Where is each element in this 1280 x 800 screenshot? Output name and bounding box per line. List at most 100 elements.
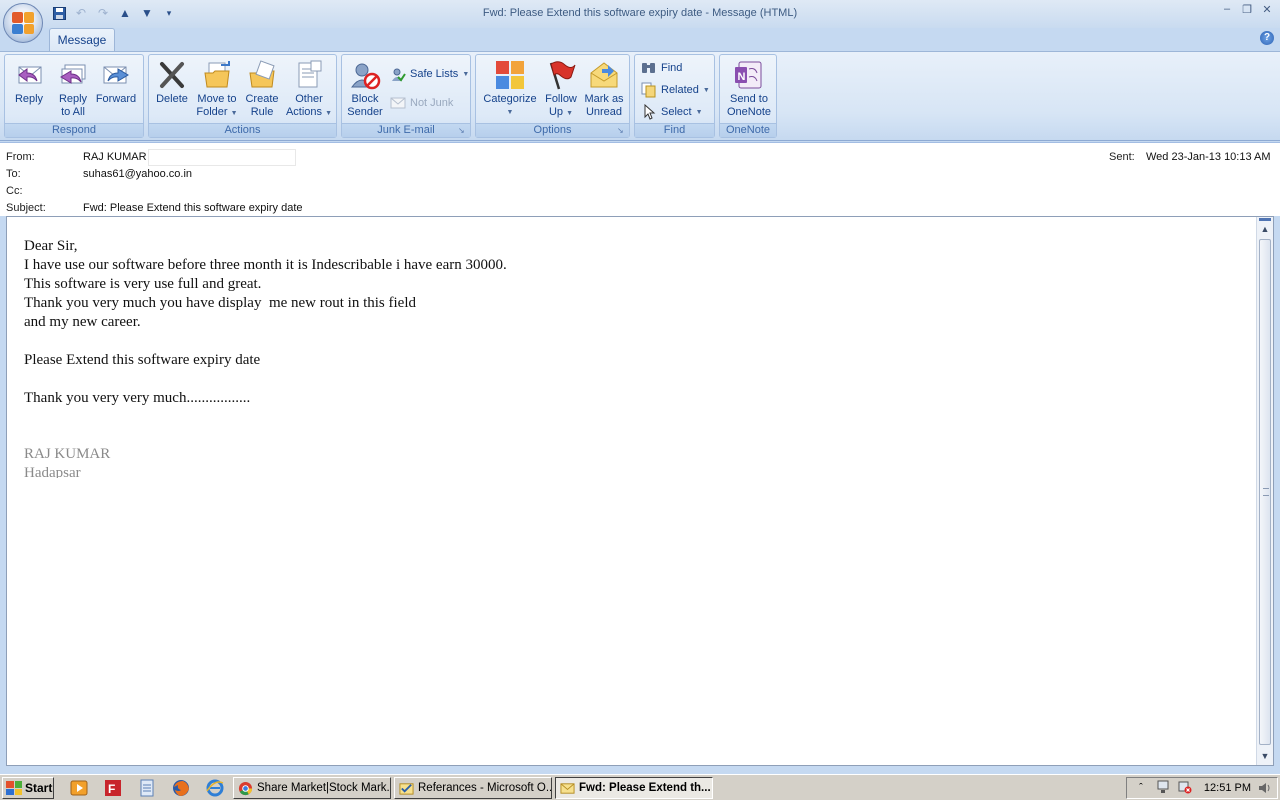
- body-line: Thank you very very much................…: [24, 390, 251, 406]
- mark-unread-icon: [588, 59, 620, 91]
- group-label-junk: Junk E-mail: [342, 123, 470, 137]
- volume-icon[interactable]: [1257, 780, 1273, 796]
- forward-button[interactable]: Forward: [93, 59, 139, 106]
- notepad-icon[interactable]: [138, 779, 156, 797]
- follow-up-button[interactable]: Follow Up ▼: [540, 59, 582, 120]
- group-label-actions: Actions: [149, 123, 336, 137]
- show-hidden-icons-icon[interactable]: ˆ: [1133, 780, 1149, 796]
- restore-icon[interactable]: ❐: [1240, 2, 1254, 16]
- reply-all-icon: [57, 59, 89, 91]
- not-junk-icon: [390, 95, 406, 111]
- windows-logo-icon: [6, 781, 22, 795]
- body-line: and my new career.: [24, 314, 141, 330]
- group-respond: Reply Reply to All Forward Respond: [4, 54, 144, 138]
- network-icon[interactable]: [1155, 780, 1171, 796]
- taskbar-button-referances[interactable]: Referances - Microsoft O...: [394, 777, 552, 799]
- tab-message[interactable]: Message: [49, 28, 115, 52]
- group-find: Find Related ▼ Select ▼ Find: [634, 54, 715, 138]
- other-actions-button[interactable]: Other Actions ▼: [283, 59, 335, 120]
- block-sender-button[interactable]: Block Sender: [344, 59, 386, 119]
- safe-lists-button[interactable]: Safe Lists ▼: [390, 65, 469, 83]
- message-header: From: RAJ KUMAR | Sent: Wed 23-Jan-13 10…: [0, 142, 1280, 216]
- block-sender-icon: [349, 59, 381, 91]
- junk-dialog-launcher[interactable]: ↘: [458, 126, 467, 135]
- mark-as-unread-button[interactable]: Mark as Unread: [580, 59, 628, 119]
- send-to-onenote-button[interactable]: N Send to OneNote: [722, 59, 776, 119]
- categorize-icon: [494, 59, 526, 91]
- group-junk-email: Block Sender Safe Lists ▼ Not Junk Junk …: [341, 54, 471, 138]
- find-icon: [641, 60, 657, 76]
- close-icon[interactable]: ✕: [1260, 2, 1274, 16]
- start-button[interactable]: Start: [2, 777, 54, 799]
- move-to-folder-button[interactable]: Move to Folder ▼: [193, 59, 241, 120]
- chrome-icon: [238, 781, 253, 796]
- reply-button[interactable]: Reply: [9, 59, 49, 106]
- firefox-icon[interactable]: [172, 779, 190, 797]
- ribbon: Reply Reply to All Forward Respond Delet…: [0, 51, 1280, 141]
- system-tray: ˆ 12:51 PM: [1126, 777, 1278, 799]
- other-actions-icon: [293, 59, 325, 91]
- subject-value: Fwd: Please Extend this software expiry …: [83, 202, 303, 214]
- categorize-button[interactable]: Categorize ▼: [479, 59, 541, 119]
- group-onenote: N Send to OneNote OneNote: [719, 54, 777, 138]
- filezilla-icon[interactable]: F: [104, 779, 122, 797]
- signature-name: RAJ KUMAR: [24, 446, 111, 462]
- outlook-icon: [399, 781, 414, 796]
- to-label: To:: [6, 168, 21, 180]
- safe-lists-icon: [390, 66, 406, 82]
- taskbar-button-message[interactable]: Fwd: Please Extend th...: [555, 777, 713, 799]
- title-bar: ↶ ↷ ▲ ▼ ▾ Fwd: Please Extend this softwa…: [0, 0, 1280, 43]
- related-icon: [641, 82, 657, 98]
- delete-icon: [156, 59, 188, 91]
- redacted-address: [148, 149, 296, 166]
- body-line: Dear Sir,: [24, 238, 78, 254]
- ribbon-tabs: Message ?: [0, 28, 1280, 52]
- not-junk-button[interactable]: Not Junk: [390, 94, 453, 112]
- clock[interactable]: 12:51 PM: [1204, 782, 1251, 794]
- media-player-icon[interactable]: [70, 779, 88, 797]
- find-button[interactable]: Find: [641, 59, 682, 77]
- internet-explorer-icon[interactable]: [206, 779, 224, 797]
- onenote-icon: N: [733, 59, 765, 91]
- window-title: Fwd: Please Extend this software expiry …: [482, 7, 798, 19]
- body-line: This software is very use full and great…: [24, 276, 262, 292]
- cc-label: Cc:: [6, 185, 23, 197]
- group-label-onenote: OneNote: [720, 123, 776, 137]
- subject-label: Subject:: [6, 202, 46, 214]
- group-actions: Delete Move to Folder ▼ Create Rule Othe…: [148, 54, 337, 138]
- follow-up-flag-icon: [545, 59, 577, 91]
- reply-icon: [13, 59, 45, 91]
- svg-text:F: F: [108, 782, 115, 796]
- office-orb-icon[interactable]: [3, 3, 43, 43]
- vertical-scrollbar[interactable]: ▲ ▼: [1256, 217, 1273, 765]
- reply-all-button[interactable]: Reply to All: [53, 59, 93, 119]
- scroll-down-icon[interactable]: ▼: [1257, 748, 1273, 764]
- security-alert-icon[interactable]: [1177, 780, 1193, 796]
- sent-label: Sent:: [1109, 151, 1135, 163]
- message-body[interactable]: Dear Sir, I have use our software before…: [6, 216, 1274, 766]
- scroll-thumb[interactable]: [1259, 239, 1271, 745]
- body-line: I have use our software before three mon…: [24, 257, 507, 273]
- minimize-icon[interactable]: –: [1220, 2, 1234, 16]
- create-rule-button[interactable]: Create Rule: [241, 59, 283, 119]
- from-value[interactable]: RAJ KUMAR |: [83, 151, 152, 163]
- forward-icon: [100, 59, 132, 91]
- sent-value: Wed 23-Jan-13 10:13 AM: [1146, 151, 1271, 163]
- svg-text:N: N: [738, 71, 746, 83]
- message-text: Dear Sir, I have use our software before…: [24, 237, 507, 478]
- related-button[interactable]: Related ▼: [641, 81, 710, 99]
- taskbar-button-chrome[interactable]: Share Market|Stock Mark...: [233, 777, 391, 799]
- delete-button[interactable]: Delete: [153, 59, 191, 106]
- group-label-find: Find: [635, 123, 714, 137]
- signature-location: Hadapsar: [24, 465, 81, 478]
- options-dialog-launcher[interactable]: ↘: [617, 126, 626, 135]
- body-line: Please Extend this software expiry date: [24, 352, 261, 368]
- select-button[interactable]: Select ▼: [641, 103, 703, 121]
- mail-icon: [560, 781, 575, 796]
- group-label-options: Options: [476, 123, 629, 137]
- scroll-up-icon[interactable]: ▲: [1257, 221, 1273, 237]
- create-rule-icon: [246, 59, 278, 91]
- help-icon[interactable]: ?: [1260, 31, 1274, 45]
- taskbar: Start F Share Market|Stock Mark... Refer…: [0, 774, 1280, 800]
- to-value[interactable]: suhas61@yahoo.co.in: [83, 168, 192, 180]
